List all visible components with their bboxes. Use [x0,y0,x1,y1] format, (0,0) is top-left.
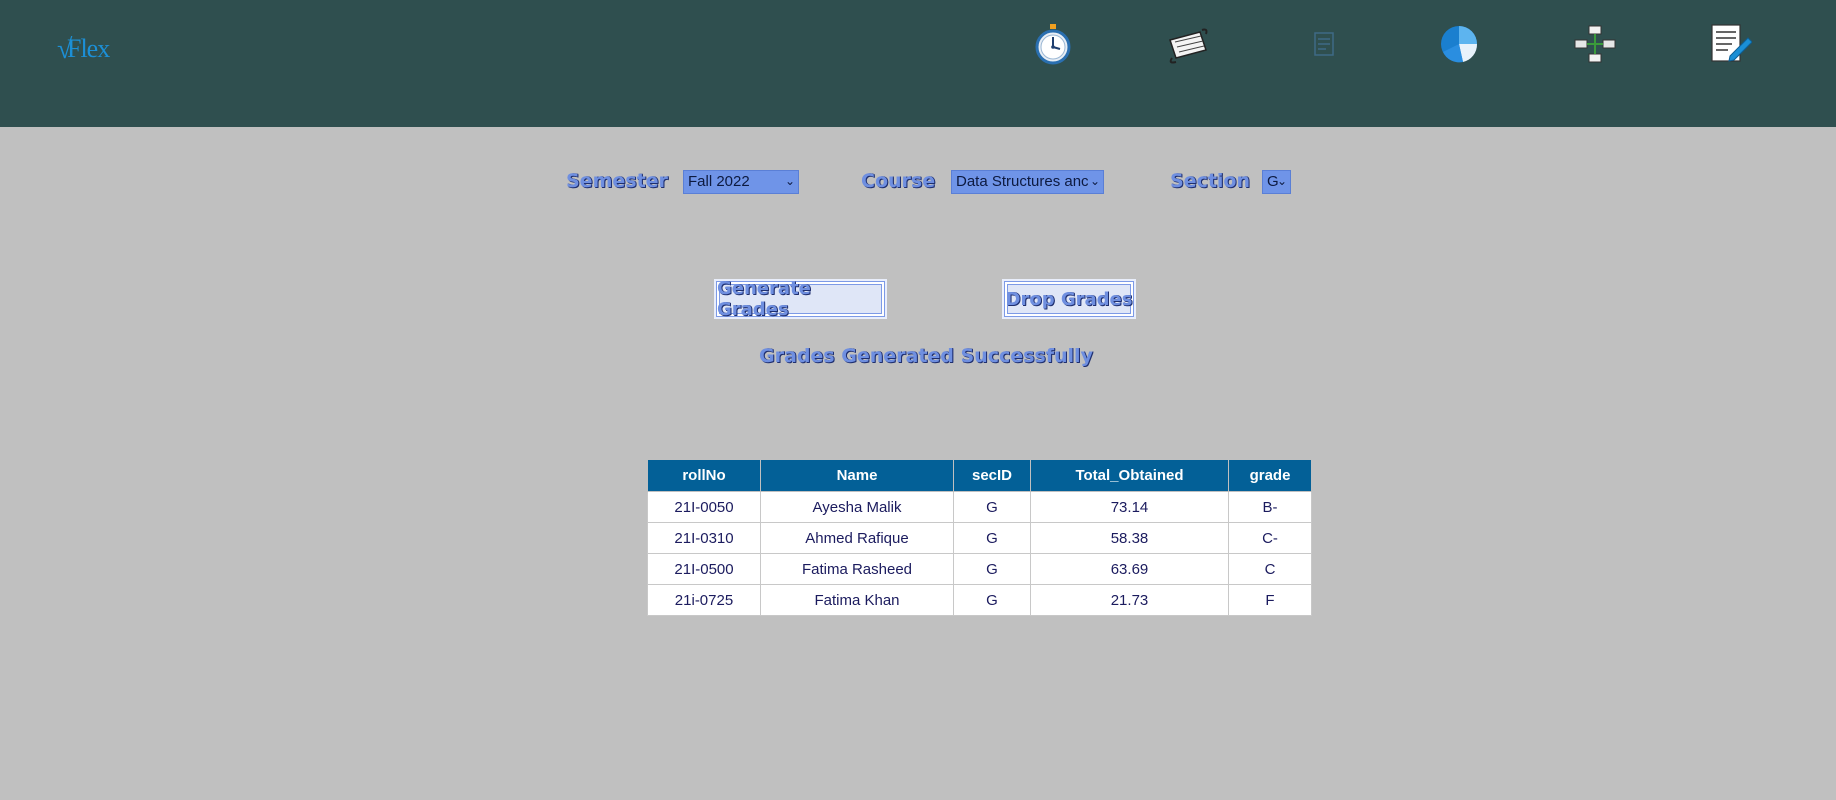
cell-name: Fatima Khan [760,584,954,616]
chevron-down-icon: ⌄ [1089,174,1100,188]
cell-name: Ahmed Rafique [760,522,954,554]
cell-secid: G [953,491,1031,523]
cell-total-obtained: 58.38 [1030,522,1229,554]
table-row: 21I-0500 Fatima Rasheed G 63.69 C [647,553,1312,585]
column-header-total-obtained: Total_Obtained [1030,459,1229,492]
semester-value: Fall 2022 [688,173,750,190]
cell-total-obtained: 73.14 [1030,491,1229,523]
semester-label: Semester [566,170,668,192]
cell-rollno: 21I-0050 [647,491,761,523]
column-header-grade: grade [1228,459,1312,492]
course-label: Course [861,170,936,192]
course-value: Data Structures anc [956,173,1089,190]
grades-table: rollNo Name secID Total_Obtained grade 2… [647,459,1312,616]
top-header: √ Flex [0,0,1836,127]
table-row: 21I-0310 Ahmed Rafique G 58.38 C- [647,522,1312,554]
table-header-row: rollNo Name secID Total_Obtained grade [647,459,1312,492]
calendar-pen-icon[interactable] [1166,22,1210,66]
logo-text: Flex [67,34,110,63]
cell-secid: G [953,584,1031,616]
cell-rollno: 21I-0500 [647,553,761,585]
cell-rollno: 21I-0310 [647,522,761,554]
chevron-down-icon: ⌄ [1276,174,1287,188]
table-row: 21I-0050 Ayesha Malik G 73.14 B- [647,491,1312,523]
chevron-down-icon: ⌄ [784,174,795,188]
cell-grade: B- [1228,491,1312,523]
cell-secid: G [953,553,1031,585]
network-icon[interactable] [1573,22,1617,66]
cell-name: Fatima Rasheed [760,553,954,585]
document-icon[interactable] [1302,22,1346,66]
semester-select[interactable]: Fall 2022 ⌄ [683,170,799,194]
course-select[interactable]: Data Structures anc ⌄ [951,170,1104,194]
flex-logo[interactable]: √ Flex [55,28,110,72]
cell-name: Ayesha Malik [760,491,954,523]
pie-chart-icon[interactable] [1437,22,1481,66]
cell-rollno: 21i-0725 [647,584,761,616]
status-message: Grades Generated Successfully [759,345,1093,367]
section-select[interactable]: G ⌄ [1262,170,1291,194]
cell-total-obtained: 21.73 [1030,584,1229,616]
cell-secid: G [953,522,1031,554]
cell-grade: F [1228,584,1312,616]
cell-total-obtained: 63.69 [1030,553,1229,585]
column-header-secid: secID [953,459,1031,492]
generate-grades-button[interactable]: Generate Grades [714,278,887,320]
edit-document-icon[interactable] [1708,22,1752,66]
stopwatch-icon[interactable] [1031,22,1075,66]
drop-grades-button[interactable]: Drop Grades [1002,279,1136,319]
section-label: Section [1170,170,1251,192]
table-row: 21i-0725 Fatima Khan G 21.73 F [647,584,1312,616]
column-header-rollno: rollNo [647,459,761,492]
cell-grade: C [1228,553,1312,585]
column-header-name: Name [760,459,954,492]
cell-grade: C- [1228,522,1312,554]
